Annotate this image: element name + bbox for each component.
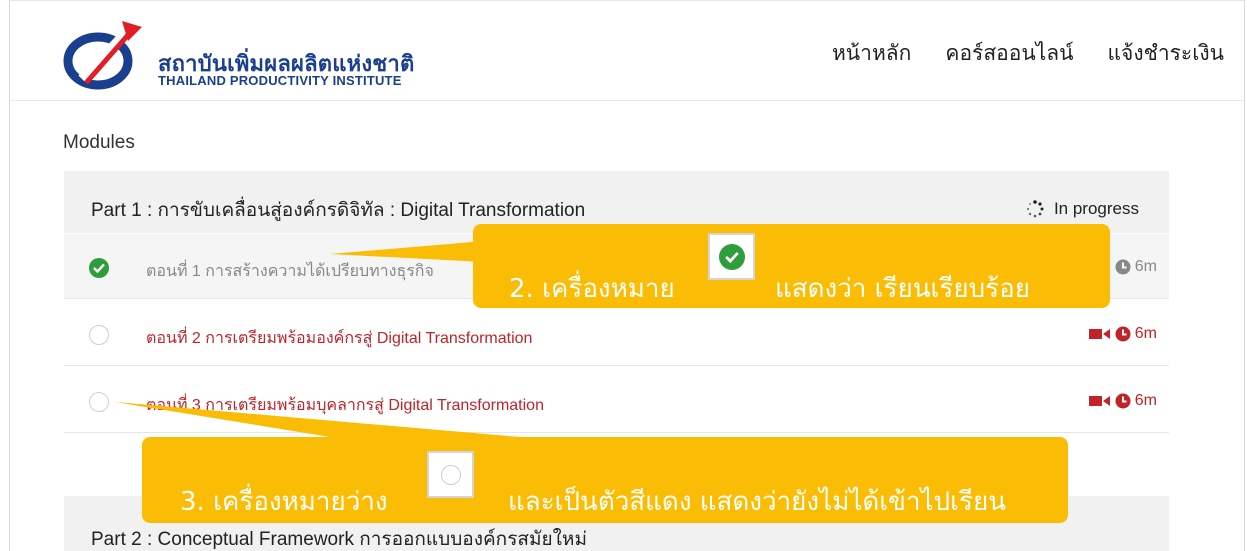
video-camera-icon	[1088, 396, 1110, 406]
incomplete-circle-icon	[89, 325, 109, 345]
tpi-logo-mark-icon	[63, 21, 142, 90]
callout-completed-legend: 2. เครื่องหมาย แสดงว่า เรียนเรียบร้อย	[473, 224, 1110, 308]
lesson-row-2[interactable]: ตอนที่ 2 การเตรียมพร้อมองค์กรสู่ Digital…	[64, 301, 1169, 366]
clock-icon	[1115, 393, 1131, 409]
lesson-3-duration: 6m	[1134, 392, 1157, 409]
logo-english-text: THAILAND PRODUCTIVITY INSTITUTE	[158, 73, 402, 88]
completed-check-icon	[718, 243, 745, 270]
logo[interactable]: สถาบันเพิ่มผลผลิตแห่งชาติ THAILAND PRODU…	[62, 13, 414, 93]
callout-3-text-after: และเป็นตัวสีแดง แสดงว่ายังไม่ได้เข้าไปเร…	[508, 487, 1006, 517]
incomplete-circle-icon	[89, 392, 109, 412]
lesson-2-duration: 6m	[1134, 325, 1157, 342]
video-camera-icon	[1088, 329, 1110, 339]
lesson-1-duration: 6m	[1134, 258, 1157, 275]
modules-heading: Modules	[63, 132, 135, 153]
lesson-1-title[interactable]: ตอนที่ 1 การสร้างความได้เปรียบทางธุรกิจ	[146, 259, 434, 284]
lesson-2-meta: 6m	[1088, 325, 1157, 343]
part-1-status-label: In progress	[1053, 199, 1139, 218]
callout-incomplete-legend: 3. เครื่องหมายว่าง และเป็นตัวสีแดง แสดงว…	[142, 437, 1068, 523]
nav-online-courses[interactable]: คอร์สออนไลน์	[945, 37, 1073, 70]
spinner-icon	[1026, 200, 1044, 218]
nav-home[interactable]: หน้าหลัก	[832, 37, 911, 70]
part-1-title: Part 1 : การขับเคลื่อนสู่องค์กรดิจิทัล :…	[91, 200, 586, 221]
callout-2-text-after: แสดงว่า เรียนเรียบร้อย	[775, 274, 1030, 304]
callout-3-empty-badge	[427, 451, 474, 498]
lesson-3-meta: 6m	[1088, 392, 1157, 410]
incomplete-circle-icon	[440, 464, 461, 485]
clock-icon	[1115, 259, 1131, 275]
top-navbar: สถาบันเพิ่มผลผลิตแห่งชาติ THAILAND PRODU…	[10, 1, 1244, 101]
callout-2-text-before: 2. เครื่องหมาย	[509, 274, 675, 304]
callout-2-check-badge	[708, 233, 755, 280]
main-nav: หน้าหลัก คอร์สออนไลน์ แจ้งชำระเงิน	[832, 37, 1224, 70]
lesson-1-meta: 6m	[1115, 258, 1157, 276]
nav-payment-notice[interactable]: แจ้งชำระเงิน	[1108, 37, 1224, 70]
completed-check-icon	[89, 258, 109, 278]
part-2-title: Part 2 : Conceptual Framework การออกแบบอ…	[91, 529, 587, 550]
lesson-2-title[interactable]: ตอนที่ 2 การเตรียมพร้อมองค์กรสู่ Digital…	[146, 326, 532, 351]
part-1-status: In progress	[1026, 199, 1139, 219]
callout-3-text-before: 3. เครื่องหมายว่าง	[180, 487, 388, 517]
lesson-3-title[interactable]: ตอนที่ 3 การเตรียมพร้อมบุคลากรสู่ Digita…	[146, 393, 544, 418]
lesson-row-3[interactable]: ตอนที่ 3 การเตรียมพร้อมบุคลากรสู่ Digita…	[64, 368, 1169, 433]
clock-icon	[1115, 326, 1131, 342]
